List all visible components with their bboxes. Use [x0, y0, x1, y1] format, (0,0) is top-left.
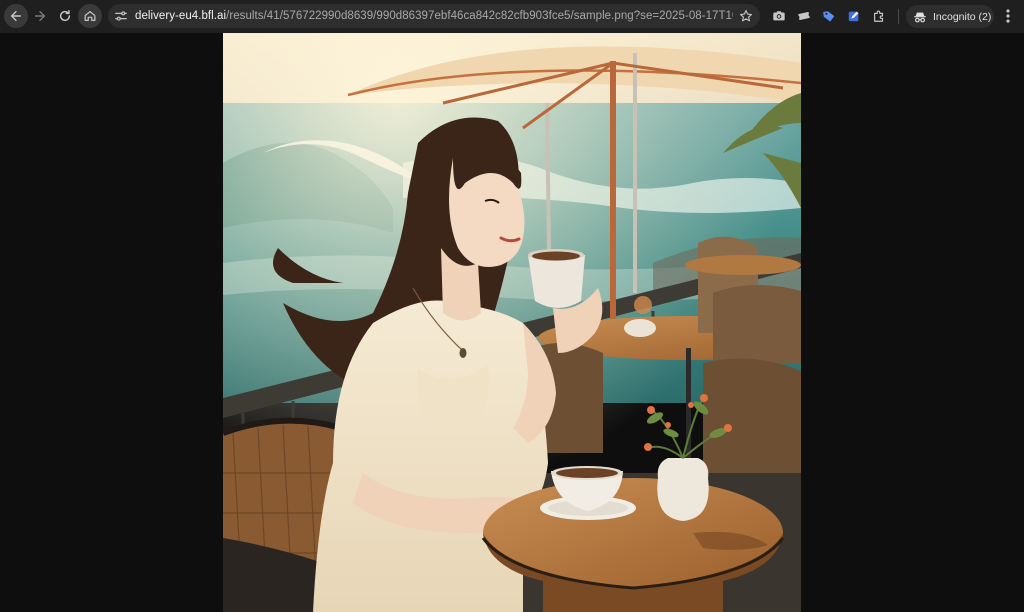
- back-button[interactable]: [4, 4, 28, 28]
- puzzle-icon[interactable]: [872, 9, 886, 23]
- sample-image[interactable]: [223, 33, 801, 612]
- forward-button[interactable]: [28, 4, 52, 28]
- kebab-menu-icon[interactable]: [999, 7, 1017, 25]
- tag-icon[interactable]: [822, 9, 836, 23]
- tune-icon[interactable]: [114, 9, 128, 23]
- arrow-left-icon: [10, 10, 22, 22]
- cafe-seaside-illustration: [223, 33, 801, 612]
- incognito-label: Incognito (2): [933, 10, 992, 23]
- browser-toolbar: delivery-eu4.bfl.ai/results/41/576722990…: [0, 0, 1024, 33]
- url-host: delivery-eu4.bfl.ai: [135, 10, 227, 22]
- incognito-badge[interactable]: Incognito (2): [906, 5, 994, 28]
- incognito-icon: [914, 12, 926, 22]
- image-viewer: [0, 33, 1024, 612]
- home-icon: [84, 11, 96, 21]
- toolbar-separator: [898, 9, 899, 24]
- url-text[interactable]: delivery-eu4.bfl.ai/results/41/576722990…: [135, 9, 733, 23]
- star-icon[interactable]: [739, 9, 753, 23]
- reload-icon: [59, 10, 71, 22]
- home-button[interactable]: [78, 4, 102, 28]
- arrow-right-icon: [34, 10, 46, 22]
- ticket-icon[interactable]: [797, 9, 811, 23]
- reload-button[interactable]: [53, 4, 77, 28]
- camera-icon[interactable]: [772, 9, 786, 23]
- address-bar[interactable]: delivery-eu4.bfl.ai/results/41/576722990…: [108, 4, 760, 28]
- edit-square-icon[interactable]: [847, 9, 861, 23]
- url-path: /results/41/576722990d8639/990d86397ebf4…: [226, 10, 733, 22]
